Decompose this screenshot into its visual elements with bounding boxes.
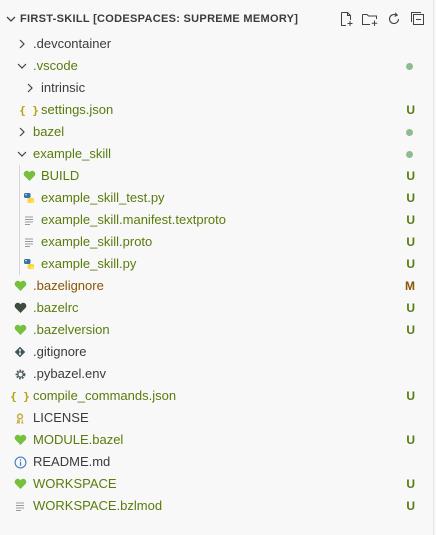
explorer-panel: FIRST-SKILL [CODESPACES: SUPREME MEMORY]… xyxy=(0,0,434,535)
tree-item-label: WORKSPACE.bzlmod xyxy=(33,498,163,513)
chevron-down-icon[interactable] xyxy=(15,59,29,73)
python-icon xyxy=(22,191,36,205)
text-file-icon xyxy=(22,213,36,227)
tree-item-label: example_skill.proto xyxy=(41,234,153,249)
info-icon xyxy=(13,455,27,469)
new-file-icon[interactable] xyxy=(337,10,355,28)
tree-file[interactable]: .bazelrc U xyxy=(0,297,433,319)
workspace-title: FIRST-SKILL [CODESPACES: SUPREME MEMORY] xyxy=(20,13,299,25)
git-status-badge: M xyxy=(405,279,415,293)
python-icon xyxy=(22,257,36,271)
tree-item-label: MODULE.bazel xyxy=(33,432,124,447)
tree-item-label: settings.json xyxy=(41,102,114,117)
tree-file[interactable]: WORKSPACE U xyxy=(0,473,433,495)
tree-item-label: example_skill.py xyxy=(41,256,137,271)
json-braces-icon: { } xyxy=(19,103,39,117)
tree-item-label: README.md xyxy=(33,454,111,469)
tree-file[interactable]: .bazelignore M xyxy=(0,275,433,297)
tree-item-label: example_skill.manifest.textproto xyxy=(41,212,226,227)
tree-item-label: .devcontainer xyxy=(33,36,112,51)
json-braces-icon: { } xyxy=(10,389,30,403)
text-file-icon xyxy=(13,499,27,513)
tree-file[interactable]: example_skill.proto U xyxy=(0,231,433,253)
tree-folder[interactable]: .vscode xyxy=(0,55,433,77)
bazel-heart-icon xyxy=(13,301,27,315)
refresh-icon[interactable] xyxy=(385,10,403,28)
git-status-badge: U xyxy=(406,301,415,315)
chevron-right-icon[interactable] xyxy=(23,81,37,95)
chevron-down-icon[interactable] xyxy=(15,147,29,161)
tree-item-label: BUILD xyxy=(41,168,80,183)
tree-file[interactable]: example_skill.py U xyxy=(0,253,433,275)
tree-item-label: compile_commands.json xyxy=(33,388,177,403)
gear-icon xyxy=(13,367,27,381)
git-status-badge: U xyxy=(406,323,415,337)
tree-item-label: intrinsic xyxy=(41,80,86,95)
chevron-down-icon[interactable] xyxy=(3,11,19,27)
git-status-badge: U xyxy=(406,103,415,117)
tree-item-label: .bazelrc xyxy=(33,300,79,315)
tree-file[interactable]: .gitignore xyxy=(0,341,433,363)
tree-file[interactable]: .bazelversion U xyxy=(0,319,433,341)
bazel-heart-icon xyxy=(13,433,27,447)
git-status-badge: U xyxy=(406,213,415,227)
bazel-heart-icon xyxy=(22,169,36,183)
git-status-badge: U xyxy=(406,235,415,249)
tree-item-label: example_skill_test.py xyxy=(41,190,165,205)
tree-item-label: .bazelversion xyxy=(33,322,110,337)
tree-file[interactable]: example_skill_test.py U xyxy=(0,187,433,209)
tree-file[interactable]: { } compile_commands.json U xyxy=(0,385,433,407)
tree-item-label: .gitignore xyxy=(33,344,87,359)
bazel-heart-icon xyxy=(13,279,27,293)
git-status-dot xyxy=(406,63,413,70)
tree-item-label: WORKSPACE xyxy=(33,476,117,491)
git-status-dot xyxy=(406,129,413,136)
text-file-icon xyxy=(22,235,36,249)
tree-file[interactable]: MODULE.bazel U xyxy=(0,429,433,451)
tree-file[interactable]: LICENSE xyxy=(0,407,433,429)
git-status-badge: U xyxy=(406,389,415,403)
chevron-right-icon[interactable] xyxy=(15,125,29,139)
tree-item-label: LICENSE xyxy=(33,410,89,425)
git-status-badge: U xyxy=(406,191,415,205)
collapse-all-icon[interactable] xyxy=(409,10,427,28)
git-status-dot xyxy=(406,151,413,158)
tree-file[interactable]: WORKSPACE.bzlmod U xyxy=(0,495,433,517)
tree-item-label: .pybazel.env xyxy=(33,366,106,381)
git-status-badge: U xyxy=(406,433,415,447)
tree-file[interactable]: example_skill.manifest.textproto U xyxy=(0,209,433,231)
tree-file[interactable]: README.md xyxy=(0,451,433,473)
chevron-right-icon[interactable] xyxy=(15,37,29,51)
git-icon xyxy=(13,345,27,359)
git-status-badge: U xyxy=(406,257,415,271)
tree-folder[interactable]: .devcontainer xyxy=(0,33,433,55)
tree-folder[interactable]: bazel xyxy=(0,121,433,143)
tree-folder[interactable]: intrinsic xyxy=(0,77,433,99)
git-status-badge: U xyxy=(406,477,415,491)
tree-folder[interactable]: example_skill xyxy=(0,143,433,165)
tree-file[interactable]: .pybazel.env xyxy=(0,363,433,385)
explorer-actions xyxy=(337,10,427,28)
tree-item-label: bazel xyxy=(33,124,65,139)
git-status-badge: U xyxy=(406,499,415,513)
tree-file[interactable]: BUILD U xyxy=(0,165,433,187)
tree-item-label: example_skill xyxy=(33,146,112,161)
bazel-heart-icon xyxy=(13,477,27,491)
license-ribbon-icon xyxy=(13,411,27,425)
tree-item-label: .bazelignore xyxy=(33,278,104,293)
tree-file[interactable]: { } settings.json U xyxy=(0,99,433,121)
bazel-heart-icon xyxy=(13,323,27,337)
tree-item-label: .vscode xyxy=(33,58,78,73)
git-status-badge: U xyxy=(406,169,415,183)
indent-guide xyxy=(19,165,20,275)
new-folder-icon[interactable] xyxy=(361,10,379,28)
